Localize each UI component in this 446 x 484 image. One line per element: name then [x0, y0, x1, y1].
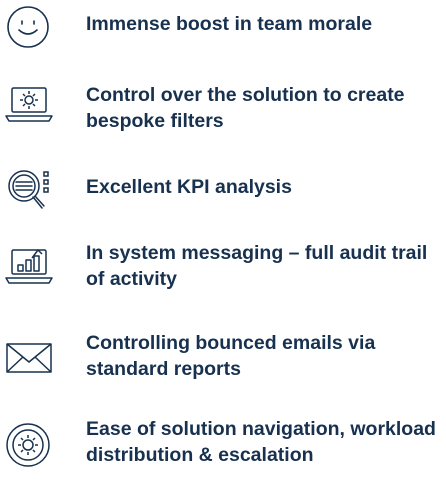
- laptop-gear-icon: [2, 82, 60, 132]
- benefit-label: Controlling bounced emails via standard …: [86, 332, 376, 380]
- smiley-face-icon: [2, 4, 60, 54]
- benefit-label: Control over the solution to create besp…: [86, 84, 405, 132]
- benefit-item: Excellent KPI analysis: [0, 162, 446, 218]
- benefit-label: Excellent KPI analysis: [86, 176, 292, 198]
- magnifier-list-icon: [2, 166, 60, 216]
- benefit-item: In system messaging – full audit trail o…: [0, 236, 446, 300]
- benefit-label: Ease of solution navigation, workload di…: [86, 418, 436, 466]
- gear-cycle-icon: [2, 420, 60, 470]
- benefit-item: Ease of solution navigation, workload di…: [0, 410, 446, 480]
- benefit-label: In system messaging – full audit trail o…: [86, 242, 428, 290]
- laptop-chart-icon: [2, 244, 60, 294]
- benefit-item: Immense boost in team morale: [0, 0, 446, 56]
- envelope-icon: [2, 332, 60, 382]
- benefit-item: Control over the solution to create besp…: [0, 76, 446, 140]
- benefit-item: Controlling bounced emails via standard …: [0, 322, 446, 386]
- benefit-label: Immense boost in team morale: [86, 13, 373, 35]
